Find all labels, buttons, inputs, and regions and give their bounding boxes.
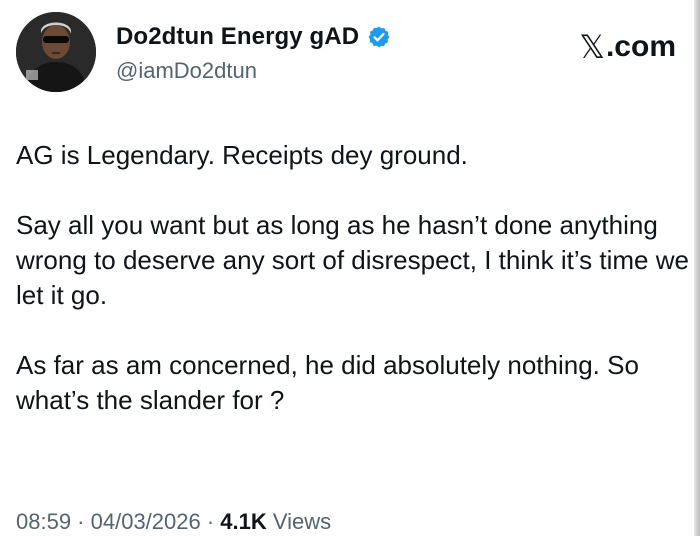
x-com-logo: 𝕏 .com xyxy=(579,28,676,66)
brand-suffix: .com xyxy=(605,30,676,63)
tweet-date[interactable]: 04/03/2026 xyxy=(91,509,201,534)
verified-badge-icon xyxy=(367,25,391,49)
author-names: Do2dtun Energy gAD @iamDo2dtun xyxy=(116,22,391,84)
tweet-paragraph: Say all you want but as long as he hasn’… xyxy=(16,210,689,310)
handle[interactable]: @iamDo2dtun xyxy=(116,58,391,84)
tweet-header: Do2dtun Energy gAD @iamDo2dtun 𝕏 .com xyxy=(16,12,684,96)
tweet-paragraph: AG is Legendary. Receipts dey ground. xyxy=(16,140,468,170)
meta-separator: · xyxy=(200,509,221,534)
x-logo-icon: 𝕏 xyxy=(579,28,605,66)
display-name[interactable]: Do2dtun Energy gAD xyxy=(116,23,359,51)
display-name-row: Do2dtun Energy gAD xyxy=(116,22,391,52)
tweet-paragraph: As far as am concerned, he did absolutel… xyxy=(16,350,639,415)
avatar-photo-icon xyxy=(16,12,96,92)
tweet-meta: 08:59 · 04/03/2026 · 4.1K Views xyxy=(16,509,331,535)
avatar[interactable] xyxy=(16,12,96,92)
tweet-time[interactable]: 08:59 xyxy=(16,509,71,534)
views-count: 4.1K xyxy=(220,509,267,534)
image-edge-shadow xyxy=(694,0,700,536)
meta-separator: · xyxy=(71,509,91,534)
views-label: Views xyxy=(266,509,332,534)
tweet-text: AG is Legendary. Receipts dey ground. Sa… xyxy=(16,138,692,418)
